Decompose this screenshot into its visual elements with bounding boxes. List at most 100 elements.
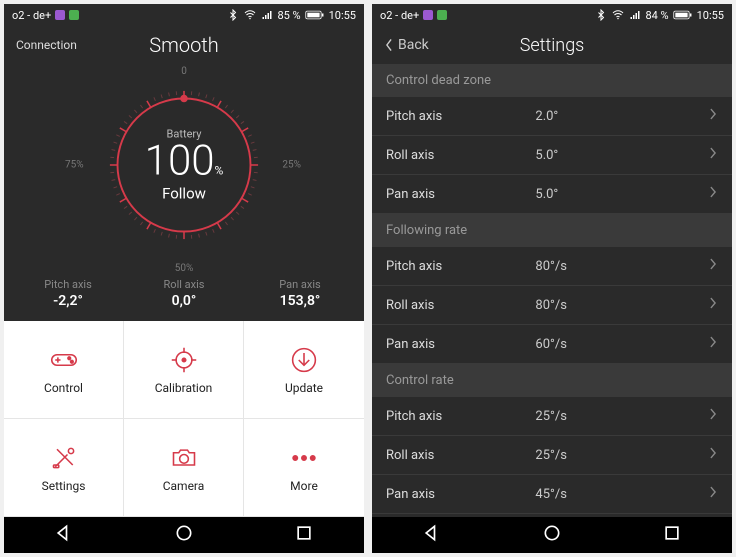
action-label: More xyxy=(290,479,318,493)
carrier-label: o2 - de+ xyxy=(12,9,51,22)
status-bar: o2 - de+ 84 % 10:55 xyxy=(372,4,732,26)
setting-row[interactable]: Pan axis5.0° xyxy=(372,175,732,214)
setting-value: 25°/s xyxy=(535,409,708,424)
wifi-icon xyxy=(611,9,625,21)
gauge-tick-0: 0 xyxy=(181,66,187,77)
recent-nav-icon[interactable] xyxy=(294,523,314,547)
gauge-area: Battery 100% Follow 0 25% 50% 75% xyxy=(4,64,364,270)
setting-label: Pan axis xyxy=(386,487,535,502)
back-button[interactable]: Back xyxy=(384,37,429,53)
gauge-tick-25: 25% xyxy=(282,160,301,171)
download-icon xyxy=(289,345,319,375)
connection-button[interactable]: Connection xyxy=(16,38,77,52)
battery-icon xyxy=(305,9,325,21)
setting-label: Pan axis xyxy=(386,187,535,202)
page-title: Settings xyxy=(520,35,585,56)
setting-row[interactable]: Pitch axis80°/s xyxy=(372,247,732,286)
back-nav-icon[interactable] xyxy=(54,523,74,547)
more-icon xyxy=(289,443,319,473)
back-nav-icon[interactable] xyxy=(422,523,442,547)
pan-axis-label: Pan axis xyxy=(242,278,358,291)
play-store-icon xyxy=(437,10,447,20)
setting-row[interactable]: Pitch axis2.0° xyxy=(372,97,732,136)
pan-axis-readout: Pan axis 153,8° xyxy=(242,278,358,309)
setting-value: 5.0° xyxy=(535,148,708,163)
setting-row[interactable]: Roll axis25°/s xyxy=(372,436,732,475)
settings-list: Control dead zonePitch axis2.0°Roll axis… xyxy=(372,64,732,517)
chevron-right-icon xyxy=(708,485,718,503)
home-nav-icon[interactable] xyxy=(174,523,194,547)
setting-row[interactable]: Roll axis5.0° xyxy=(372,136,732,175)
percent-symbol: % xyxy=(215,164,224,178)
roll-axis-value: 0,0° xyxy=(126,293,242,309)
axes-readout: Pitch axis -2,2° Roll axis 0,0° Pan axis… xyxy=(4,270,364,321)
clock: 10:55 xyxy=(329,9,356,22)
action-label: Calibration xyxy=(155,381,213,395)
play-store-icon xyxy=(69,10,79,20)
actions-grid: Control Calibration Update Settings Came… xyxy=(4,321,364,517)
battery-percent: 84 % xyxy=(645,9,668,22)
setting-value: 2.0° xyxy=(535,109,708,124)
chevron-right-icon xyxy=(708,335,718,353)
pitch-axis-label: Pitch axis xyxy=(10,278,126,291)
signal-icon xyxy=(261,9,273,21)
setting-value: 60°/s xyxy=(535,337,708,352)
setting-value: 5.0° xyxy=(535,187,708,202)
pitch-axis-value: -2,2° xyxy=(10,293,126,309)
controller-icon xyxy=(49,345,79,375)
section-header: Control dead zone xyxy=(372,64,732,97)
chevron-right-icon xyxy=(708,185,718,203)
setting-label: Roll axis xyxy=(386,148,535,163)
calibration-button[interactable]: Calibration xyxy=(124,321,244,419)
camera-button[interactable]: Camera xyxy=(124,419,244,517)
app-badge-icon xyxy=(55,10,65,20)
app-badge-icon xyxy=(423,10,433,20)
battery-gauge: Battery 100% Follow 0 25% 50% 75% xyxy=(89,70,279,260)
android-navbar xyxy=(4,517,364,553)
battery-icon xyxy=(673,9,693,21)
battery-value: 100 xyxy=(145,137,215,186)
action-label: Settings xyxy=(42,479,86,493)
roll-axis-label: Roll axis xyxy=(126,278,242,291)
mode-label: Follow xyxy=(145,185,224,203)
setting-row[interactable]: Roll axis80°/s xyxy=(372,286,732,325)
android-navbar xyxy=(372,517,732,553)
setting-value: 25°/s xyxy=(535,448,708,463)
setting-row[interactable]: Pan axis60°/s xyxy=(372,325,732,364)
recent-nav-icon[interactable] xyxy=(662,523,682,547)
pan-axis-value: 153,8° xyxy=(242,293,358,309)
section-header: Following rate xyxy=(372,214,732,247)
chevron-right-icon xyxy=(708,257,718,275)
action-label: Update xyxy=(285,381,323,395)
bluetooth-icon xyxy=(595,9,607,21)
setting-label: Roll axis xyxy=(386,448,535,463)
phone-right: o2 - de+ 84 % 10:55 Back Settings xyxy=(372,4,732,553)
pitch-axis-readout: Pitch axis -2,2° xyxy=(10,278,126,309)
setting-label: Pitch axis xyxy=(386,109,535,124)
settings-button[interactable]: Settings xyxy=(4,419,124,517)
action-label: Camera xyxy=(163,479,205,493)
section-header: Control rate xyxy=(372,364,732,397)
setting-label: Pitch axis xyxy=(386,409,535,424)
tools-icon xyxy=(49,443,79,473)
carrier-label: o2 - de+ xyxy=(380,9,419,22)
header: Connection Smooth xyxy=(4,26,364,64)
control-button[interactable]: Control xyxy=(4,321,124,419)
setting-row[interactable]: Pitch axis25°/s xyxy=(372,397,732,436)
wifi-icon xyxy=(243,9,257,21)
action-label: Control xyxy=(44,381,83,395)
bluetooth-icon xyxy=(227,9,239,21)
home-nav-icon[interactable] xyxy=(542,523,562,547)
status-bar: o2 - de+ 85 % 10:55 xyxy=(4,4,364,26)
setting-label: Roll axis xyxy=(386,298,535,313)
update-button[interactable]: Update xyxy=(244,321,364,419)
header: Back Settings xyxy=(372,26,732,64)
setting-value: 80°/s xyxy=(535,259,708,274)
chevron-right-icon xyxy=(708,296,718,314)
setting-value: 80°/s xyxy=(535,298,708,313)
setting-row[interactable]: Pan axis45°/s xyxy=(372,475,732,514)
more-button[interactable]: More xyxy=(244,419,364,517)
gauge-tick-50: 50% xyxy=(175,263,194,274)
setting-label: Pitch axis xyxy=(386,259,535,274)
chevron-right-icon xyxy=(708,107,718,125)
